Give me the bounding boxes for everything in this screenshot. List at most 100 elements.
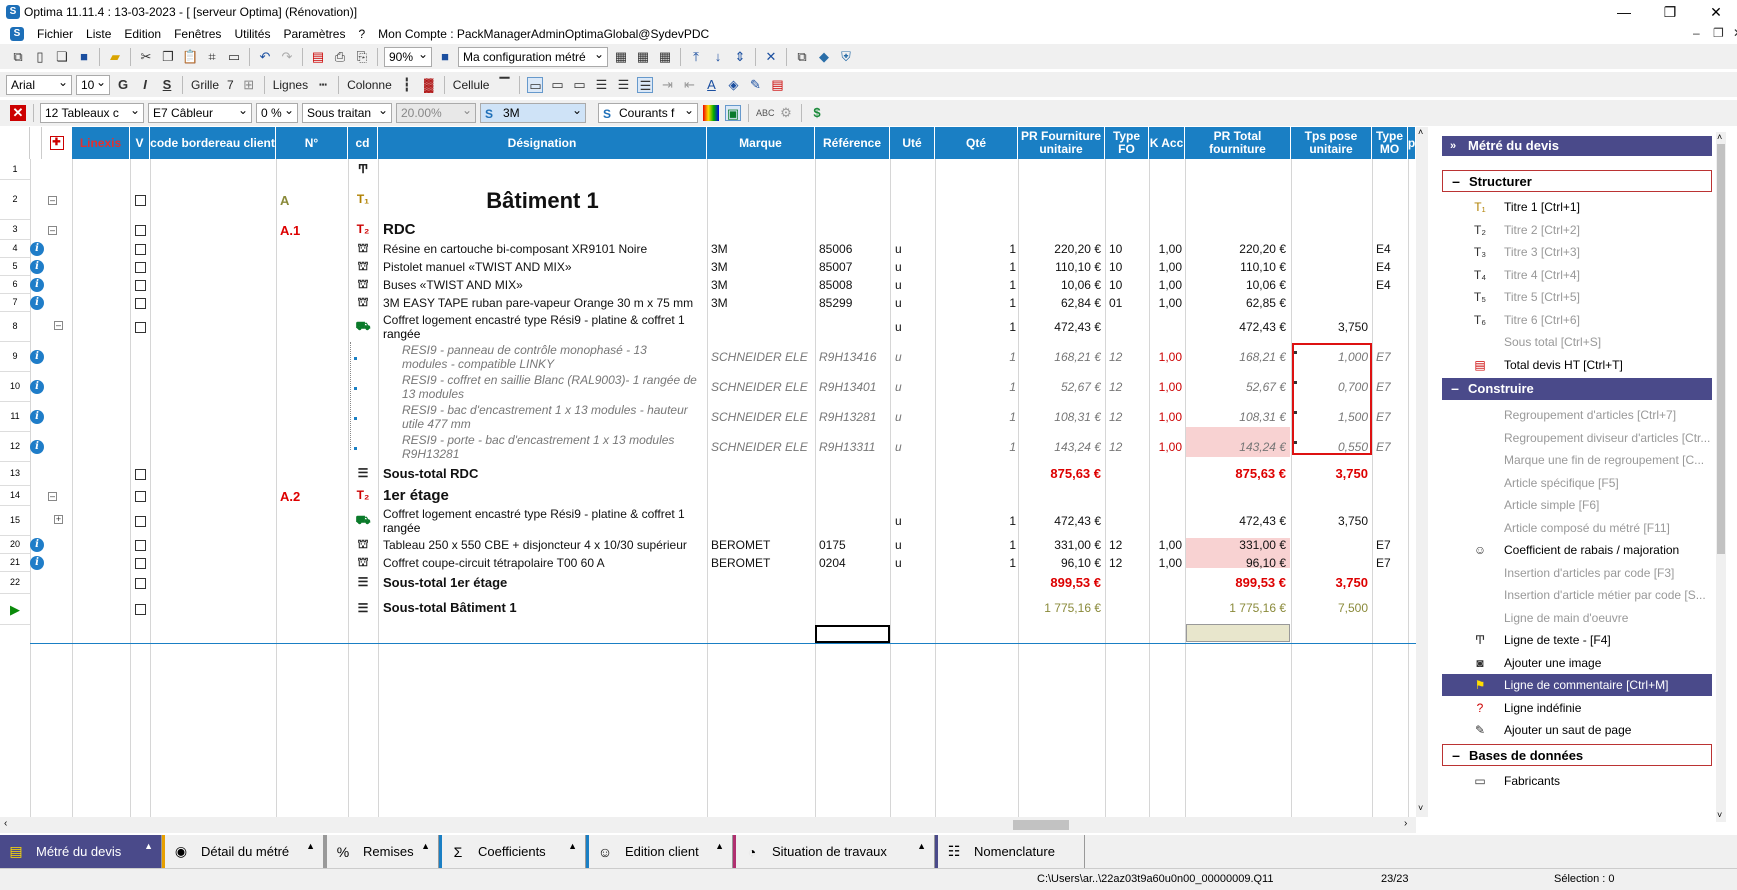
- format-icon[interactable]: ⌗: [204, 49, 220, 65]
- tab-menu-icon[interactable]: ▲: [568, 841, 577, 851]
- config-tool1-icon[interactable]: ▦: [613, 49, 629, 65]
- percent-select[interactable]: 0 %: [256, 103, 298, 123]
- col-extra[interactable]: p: [1408, 127, 1416, 159]
- collapse-icon[interactable]: –: [48, 492, 57, 501]
- menu-parametres[interactable]: Paramètres: [283, 27, 345, 41]
- info-icon[interactable]: i: [30, 380, 44, 394]
- brand-select[interactable]: S 3M: [480, 103, 586, 123]
- info-icon[interactable]: i: [30, 350, 44, 364]
- panel-scrollbar[interactable]: ˄ ˅: [1716, 132, 1726, 822]
- underline-button[interactable]: S: [159, 77, 175, 93]
- maximize-button[interactable]: ❐: [1647, 0, 1693, 24]
- panel-item[interactable]: ▭ Fabricants: [1442, 770, 1712, 792]
- tab-menu-icon[interactable]: ▲: [306, 841, 315, 851]
- info-icon[interactable]: i: [30, 278, 44, 292]
- grid-vscrollbar[interactable]: ˄ ˅: [1416, 127, 1428, 817]
- panel-item[interactable]: ▤ Total devis HT [Ctrl+T]: [1442, 354, 1712, 376]
- tab-situation-travaux[interactable]: ◔ Situation de travaux ▲: [733, 835, 935, 868]
- lock-view-icon[interactable]: ▣: [725, 105, 741, 121]
- lines-style-icon[interactable]: ┅: [315, 77, 331, 93]
- configuration-select[interactable]: Ma configuration métré: [458, 46, 608, 67]
- print-preview-icon[interactable]: ⎘: [354, 49, 370, 65]
- col-linexis[interactable]: Linexis: [72, 127, 130, 159]
- cut-icon[interactable]: ✂: [138, 49, 154, 65]
- menu-fenetres[interactable]: Fenêtres: [174, 27, 221, 41]
- row-checkbox[interactable]: [135, 195, 146, 206]
- columns-style-icon[interactable]: ┇: [399, 77, 415, 93]
- window-copy-icon[interactable]: ⧉: [794, 49, 810, 65]
- panel-item[interactable]: Insertion d'articles par code [F3]: [1442, 562, 1712, 584]
- row-checkbox[interactable]: [135, 578, 146, 589]
- menu-fichier[interactable]: Fichier: [37, 27, 73, 41]
- spellcheck-icon[interactable]: ABC: [756, 105, 775, 121]
- font-color-icon[interactable]: A: [703, 77, 719, 93]
- open-folder-icon[interactable]: ▰: [107, 49, 123, 65]
- cabler-select[interactable]: E7 Câbleur: [148, 103, 252, 123]
- rate-select[interactable]: 20.00%: [396, 103, 476, 123]
- panel-item[interactable]: Ligne de main d'oeuvre: [1442, 607, 1712, 629]
- tab-nomenclature[interactable]: ☷ Nomenclature: [935, 835, 1085, 868]
- panel-item[interactable]: ⚑ Ligne de commentaire [Ctrl+M]: [1442, 674, 1712, 696]
- col-reference[interactable]: Référence: [815, 127, 890, 159]
- scroll-down-icon[interactable]: ˅: [1418, 803, 1423, 813]
- row-checkbox[interactable]: [135, 322, 146, 333]
- close-button[interactable]: ✕: [1693, 0, 1737, 24]
- menu-utilites[interactable]: Utilités: [234, 27, 270, 41]
- tab-menu-icon[interactable]: ▲: [144, 841, 153, 851]
- grid-icon[interactable]: ⊞: [241, 77, 257, 93]
- panel-item[interactable]: T₅ Titre 5 [Ctrl+5]: [1442, 286, 1712, 308]
- col-cd[interactable]: cd: [348, 127, 378, 159]
- panel-item[interactable]: Ͳ Ligne de texte - [F4]: [1442, 629, 1712, 651]
- tab-menu-icon[interactable]: ▲: [421, 841, 430, 851]
- info-icon[interactable]: i: [30, 296, 44, 310]
- panel-scroll-down-icon[interactable]: ˅: [1717, 810, 1722, 820]
- panel-item[interactable]: Insertion d'article métier par code [S..…: [1442, 584, 1712, 606]
- cell-style-icon[interactable]: ▔: [496, 77, 512, 93]
- panel-item[interactable]: Article composé du métré [F11]: [1442, 517, 1712, 539]
- save-config-icon[interactable]: ■: [437, 49, 453, 65]
- panel-item[interactable]: ◙ Ajouter une image: [1442, 652, 1712, 674]
- menu-help[interactable]: ?: [358, 27, 365, 41]
- config-tool3-icon[interactable]: ▦: [657, 49, 673, 65]
- grid-value[interactable]: 7: [227, 78, 234, 92]
- tab-menu-icon[interactable]: ▲: [917, 841, 926, 851]
- columns-color-icon[interactable]: ▓: [421, 77, 437, 93]
- info-icon[interactable]: i: [30, 440, 44, 454]
- row-checkbox[interactable]: [135, 540, 146, 551]
- row-checkbox[interactable]: [135, 603, 146, 615]
- move-down-icon[interactable]: ↓: [710, 49, 726, 65]
- panel-scroll-up-icon[interactable]: ˄: [1717, 132, 1722, 142]
- copy-icon[interactable]: ❐: [160, 49, 176, 65]
- font-select[interactable]: Arial: [6, 74, 72, 95]
- align-center-icon[interactable]: ☰: [615, 77, 631, 93]
- border-mid-icon[interactable]: ▭: [549, 77, 565, 93]
- panel-section-2[interactable]: – Bases de données: [1442, 743, 1712, 766]
- hscroll-thumb[interactable]: [1013, 820, 1069, 830]
- panel-item[interactable]: Regroupement diviseur d'articles [Ctr...: [1442, 427, 1712, 449]
- panel-item[interactable]: T₄ Titre 4 [Ctrl+4]: [1442, 264, 1712, 286]
- sync-icon[interactable]: $: [809, 105, 825, 121]
- border-top-icon[interactable]: ▭: [527, 76, 544, 93]
- panel-item[interactable]: ✎ Ajouter un saut de page: [1442, 719, 1712, 741]
- tab-remises[interactable]: % Remises ▲: [324, 835, 439, 868]
- pdf-icon[interactable]: ▤: [310, 49, 326, 65]
- panel-title[interactable]: » Métré du devis: [1442, 136, 1712, 156]
- delete-icon[interactable]: ▭: [226, 49, 242, 65]
- panel-item[interactable]: T₁ Titre 1 [Ctrl+1]: [1442, 196, 1712, 218]
- scroll-right-icon[interactable]: ›: [1404, 818, 1407, 829]
- save-icon[interactable]: ■: [76, 49, 92, 65]
- menu-account[interactable]: Mon Compte : PackManagerAdminOptimaGloba…: [378, 27, 709, 41]
- panel-item[interactable]: Regroupement d'articles [Ctrl+7]: [1442, 404, 1712, 426]
- panel-item[interactable]: Sous total [Ctrl+S]: [1442, 331, 1712, 353]
- collapse-icon[interactable]: –: [48, 226, 57, 235]
- col-designation[interactable]: Désignation: [378, 127, 707, 159]
- shield-icon[interactable]: ⛨: [838, 49, 854, 65]
- collapse-icon[interactable]: –: [48, 196, 57, 205]
- row-checkbox[interactable]: [135, 280, 146, 291]
- header-linexis-icon[interactable]: ✚: [42, 127, 72, 159]
- grid-hscrollbar[interactable]: ‹ ›: [0, 817, 1416, 833]
- clear-format-icon[interactable]: ▤: [769, 77, 785, 93]
- row-checkbox[interactable]: [135, 491, 146, 502]
- tables-select[interactable]: 12 Tableaux c: [40, 103, 144, 123]
- subcontract-select[interactable]: Sous traitan: [302, 103, 392, 123]
